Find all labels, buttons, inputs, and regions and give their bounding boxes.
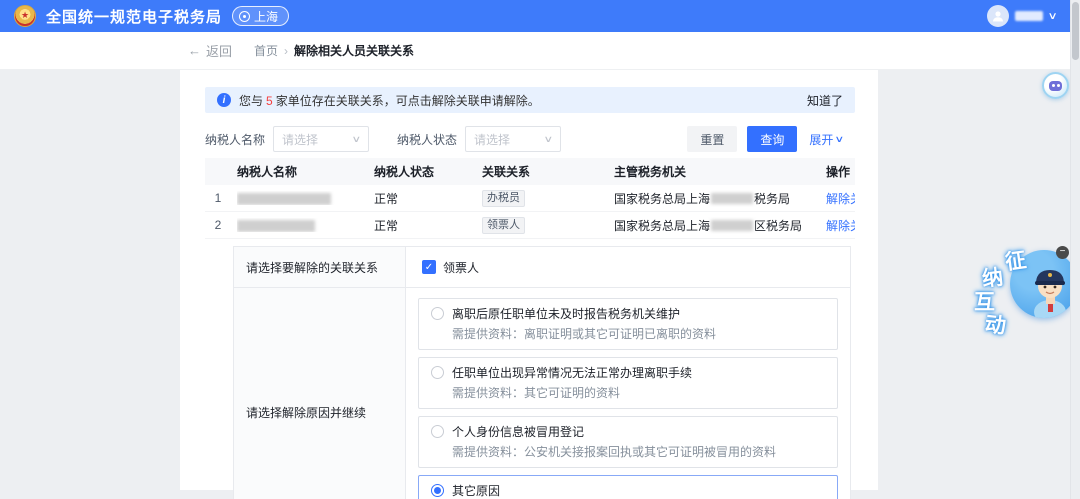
- taxpayer-status: 正常: [374, 218, 399, 233]
- user-avatar-icon: [986, 5, 1009, 27]
- reason-option-4-selected[interactable]: 其它原因 可提供资料：其它原因的证明材料: [418, 475, 838, 499]
- filter-row: 纳税人名称 请选择 ∨ 纳税人状态 请选择 ∨ 重置 查询 展开 ∨: [205, 125, 855, 153]
- location-label: 上海: [254, 9, 279, 24]
- table-row: 2 正常 领票人 国家税务总局上海区税务局 解除关联: [205, 212, 855, 239]
- reason-option-desc: 需提供资料：其它可证明的资料: [452, 386, 621, 400]
- association-count: 5: [266, 93, 273, 108]
- taxpayer-status-select[interactable]: 请选择 ∨: [465, 126, 562, 152]
- col-taxpayer-status: 纳税人状态: [374, 165, 435, 179]
- back-arrow-icon: ←: [188, 43, 201, 58]
- redacted-taxpayer-name: [237, 192, 331, 205]
- col-authority: 主管税务机关: [614, 165, 687, 179]
- back-button[interactable]: ← 返回: [188, 41, 232, 60]
- reset-button[interactable]: 重置: [687, 126, 738, 152]
- row-index: 2: [214, 218, 222, 232]
- notice-text: 您与 5 家单位存在关联关系，可点击解除关联申请解除。: [239, 93, 540, 108]
- row-index: 1: [214, 191, 222, 205]
- info-icon: i: [217, 93, 231, 107]
- app-header: 全国统一规范电子税务局 上海 ∨: [0, 0, 1070, 32]
- national-emblem-logo: [14, 5, 36, 27]
- back-label: 返回: [206, 44, 233, 59]
- reason-option-2[interactable]: 任职单位出现异常情况无法正常办理离职手续 需提供资料：其它可证明的资料: [418, 357, 838, 409]
- association-table: 纳税人名称 纳税人状态 关联关系 主管税务机关 操作 1 正常 办税员 国家税务…: [205, 158, 855, 239]
- redacted-district: [711, 192, 754, 204]
- location-pin-icon: [239, 10, 251, 22]
- col-relation: 关联关系: [482, 165, 531, 179]
- taxpayer-name-placeholder: 请选择: [282, 132, 319, 147]
- reason-option-3[interactable]: 个人身份信息被冒用登记 需提供资料：公安机关接报案回执或其它可证明被冒用的资料: [418, 416, 838, 468]
- content-panel: i 您与 5 家单位存在关联关系，可点击解除关联申请解除。 知道了 纳税人名称 请选…: [180, 70, 878, 499]
- radio-unchecked-icon: [431, 307, 444, 320]
- breadcrumb-home[interactable]: 首页: [254, 42, 278, 59]
- relation-checkbox-label: 领票人: [443, 260, 480, 275]
- chevron-down-icon: ∨: [1047, 10, 1058, 22]
- relation-checkbox-checked[interactable]: ✓: [422, 260, 436, 274]
- table-header-row: 纳税人名称 纳税人状态 关联关系 主管税务机关 操作: [205, 158, 855, 185]
- chat-assistant-button[interactable]: [1042, 72, 1069, 99]
- mascot-char: 征: [1003, 248, 1028, 275]
- taxpayer-name-label: 纳税人名称: [205, 132, 266, 147]
- taxpayer-status-label: 纳税人状态: [397, 132, 458, 147]
- app-title: 全国统一规范电子税务局: [46, 8, 223, 26]
- reason-option-title: 离职后原任职单位未及时报告税务机关维护: [452, 307, 681, 321]
- reason-option-desc: 需提供资料：公安机关接报案回执或其它可证明被冒用的资料: [452, 445, 777, 459]
- tax-authority: 国家税务总局上海 区税务局: [614, 218, 803, 233]
- chevron-down-icon: ∨: [351, 133, 362, 144]
- relation-select-label: 请选择要解除的关联关系: [234, 247, 406, 287]
- reason-select-label: 请选择解除原因并继续: [234, 288, 406, 499]
- redacted-district: [711, 219, 754, 231]
- col-action: 操作: [826, 165, 851, 179]
- breadcrumb: ← 返回 首页 › 解除相关人员关联关系: [0, 32, 1070, 70]
- table-row: 1 正常 办税员 国家税务总局上海税务局 解除关联: [205, 185, 855, 212]
- scrollbar-thumb[interactable]: [1072, 2, 1079, 60]
- detach-link[interactable]: 解除关联: [826, 219, 855, 233]
- notice-dismiss-button[interactable]: 知道了: [807, 92, 843, 109]
- reason-option-1[interactable]: 离职后原任职单位未及时报告税务机关维护 需提供资料：离职证明或其它可证明已离职的…: [418, 298, 838, 350]
- relation-tag: 办税员: [482, 189, 525, 207]
- expand-filters-link[interactable]: 展开 ∨: [809, 131, 845, 148]
- association-notice-banner: i 您与 5 家单位存在关联关系，可点击解除关联申请解除。 知道了: [205, 87, 855, 113]
- radio-unchecked-icon: [431, 425, 444, 438]
- detach-form: 请选择要解除的关联关系 ✓ 领票人 请选择解除原因并继续 离职后原任职单位未及时…: [233, 246, 851, 499]
- radio-unchecked-icon: [431, 366, 444, 379]
- mascot-minimize-button[interactable]: −: [1056, 246, 1069, 259]
- mascot-char: 动: [983, 312, 1007, 339]
- col-taxpayer-name: 纳税人名称: [237, 165, 298, 179]
- header-user-menu[interactable]: ∨: [986, 5, 1058, 27]
- taxpayer-name-select[interactable]: 请选择 ∨: [273, 126, 370, 152]
- reason-option-title: 任职单位出现异常情况无法正常办理离职手续: [452, 366, 693, 380]
- chevron-down-icon: ∨: [834, 133, 845, 144]
- detach-link[interactable]: 解除关联: [826, 192, 855, 206]
- reason-options: 离职后原任职单位未及时报告税务机关维护 需提供资料：离职证明或其它可证明已离职的…: [406, 288, 850, 499]
- tax-authority: 国家税务总局上海 税务局: [614, 191, 791, 206]
- taxpayer-status: 正常: [374, 191, 399, 206]
- redacted-taxpayer-name: [237, 219, 315, 232]
- chevron-down-icon: ∨: [543, 133, 554, 144]
- relation-tag: 领票人: [482, 216, 525, 234]
- breadcrumb-separator: ›: [284, 43, 289, 58]
- location-badge[interactable]: 上海: [232, 6, 290, 26]
- reason-option-title: 个人身份信息被冒用登记: [452, 425, 585, 439]
- radio-checked-icon: [431, 484, 444, 497]
- taxpayer-status-placeholder: 请选择: [474, 132, 511, 147]
- reason-option-title: 其它原因: [452, 484, 501, 498]
- breadcrumb-current-page: 解除相关人员关联关系: [294, 44, 415, 58]
- query-button[interactable]: 查询: [747, 126, 798, 152]
- reason-option-desc: 需提供资料：离职证明或其它可证明已离职的资料: [452, 327, 717, 341]
- robot-icon: [1049, 80, 1062, 91]
- redacted-username: [1014, 11, 1043, 21]
- page-scrollbar[interactable]: [1070, 0, 1080, 499]
